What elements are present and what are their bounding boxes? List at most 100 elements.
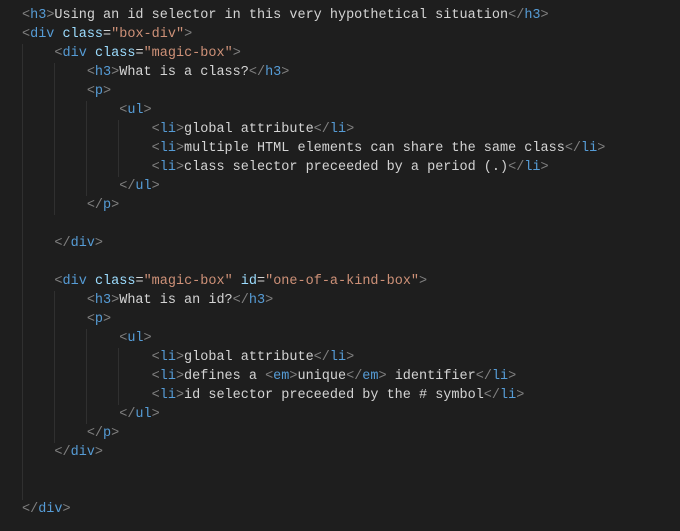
token-bracket: </ <box>346 369 362 384</box>
indent-guide <box>118 120 119 139</box>
token-tagname: h3 <box>95 293 111 308</box>
line-content: </ul> <box>22 179 160 194</box>
token-bracket: </ <box>119 179 135 194</box>
line-content: </p> <box>22 426 119 441</box>
token-bracket: > <box>346 122 354 137</box>
line-content: </div> <box>22 236 103 251</box>
indent-guide <box>86 329 87 348</box>
code-area[interactable]: <h3>Using an id selector in this very hy… <box>22 6 680 519</box>
code-line[interactable]: <li>global attribute</li> <box>22 348 680 367</box>
code-line[interactable]: <li>id selector preceeded by the # symbo… <box>22 386 680 405</box>
token-text: Using an id selector in this very hypoth… <box>54 8 508 23</box>
token-tagname: li <box>160 160 176 175</box>
indent-guide <box>86 405 87 424</box>
indent-guide <box>54 405 55 424</box>
token-text <box>54 27 62 42</box>
code-line[interactable] <box>22 481 680 500</box>
token-tagname: li <box>160 388 176 403</box>
code-line[interactable]: <li>defines a <em>unique</em> identifier… <box>22 367 680 386</box>
code-line[interactable]: <li>global attribute</li> <box>22 120 680 139</box>
token-bracket: </ <box>22 502 38 517</box>
code-line[interactable]: <p> <box>22 82 680 101</box>
token-bracket: > <box>176 160 184 175</box>
token-bracket: </ <box>508 8 524 23</box>
token-bracket: > <box>176 141 184 156</box>
token-bracket: > <box>176 388 184 403</box>
token-bracket: > <box>95 236 103 251</box>
token-bracket: > <box>95 445 103 460</box>
indent-guide <box>118 139 119 158</box>
code-line[interactable] <box>22 462 680 481</box>
line-content: <div class="box-div"> <box>22 27 192 42</box>
indent-guide <box>22 310 23 329</box>
indent-guide <box>22 405 23 424</box>
code-line[interactable]: </div> <box>22 500 680 519</box>
token-text: defines a <box>184 369 265 384</box>
line-content: <p> <box>22 312 111 327</box>
token-tagname: li <box>581 141 597 156</box>
code-line[interactable]: </div> <box>22 234 680 253</box>
token-attrname: id <box>241 274 257 289</box>
code-line[interactable]: <p> <box>22 310 680 329</box>
code-line[interactable]: <h3>What is a class?</h3> <box>22 63 680 82</box>
indent-guide <box>54 329 55 348</box>
indent-guide <box>22 348 23 367</box>
token-bracket: </ <box>54 445 70 460</box>
code-line[interactable]: <ul> <box>22 329 680 348</box>
code-line[interactable]: </ul> <box>22 405 680 424</box>
token-bracket: < <box>22 8 30 23</box>
line-content: </p> <box>22 198 119 213</box>
code-editor[interactable]: <h3>Using an id selector in this very hy… <box>0 6 680 519</box>
indent-guide <box>22 443 23 462</box>
code-line[interactable] <box>22 215 680 234</box>
indent-guide <box>54 424 55 443</box>
token-tagname: h3 <box>95 65 111 80</box>
line-content: </div> <box>22 445 103 460</box>
code-line[interactable]: <div class="box-div"> <box>22 25 680 44</box>
token-punct: = <box>103 27 111 42</box>
indent-guide <box>22 329 23 348</box>
line-content: <li>id selector preceeded by the # symbo… <box>22 388 524 403</box>
token-bracket: </ <box>87 426 103 441</box>
line-content: </div> <box>22 502 71 517</box>
code-line[interactable]: <h3>Using an id selector in this very hy… <box>22 6 680 25</box>
indent-guide <box>54 310 55 329</box>
code-line[interactable] <box>22 253 680 272</box>
token-bracket: > <box>176 350 184 365</box>
token-bracket: < <box>152 369 160 384</box>
token-tagname: p <box>103 198 111 213</box>
token-tagname: li <box>160 350 176 365</box>
token-tagname: li <box>160 141 176 156</box>
line-content: <li>global attribute</li> <box>22 350 354 365</box>
token-text: multiple HTML elements can share the sam… <box>184 141 565 156</box>
indent-guide <box>54 177 55 196</box>
token-tagname: li <box>160 369 176 384</box>
code-line[interactable]: </ul> <box>22 177 680 196</box>
code-line[interactable]: </p> <box>22 424 680 443</box>
indent-guide <box>22 215 23 234</box>
token-text <box>87 46 95 61</box>
code-line[interactable]: <div class="magic-box" id="one-of-a-kind… <box>22 272 680 291</box>
indent-guide <box>22 101 23 120</box>
code-line[interactable]: <ul> <box>22 101 680 120</box>
code-line[interactable]: <h3>What is an id?</h3> <box>22 291 680 310</box>
code-line[interactable]: <div class="magic-box"> <box>22 44 680 63</box>
token-text: global attribute <box>184 350 314 365</box>
code-line[interactable]: <li>class selector preceeded by a period… <box>22 158 680 177</box>
token-attrname: class <box>95 274 136 289</box>
indent-guide <box>118 348 119 367</box>
token-bracket: > <box>265 293 273 308</box>
token-bracket: < <box>152 388 160 403</box>
indent-guide <box>118 386 119 405</box>
token-bracket: </ <box>314 350 330 365</box>
token-bracket: < <box>87 65 95 80</box>
code-line[interactable]: </div> <box>22 443 680 462</box>
indent-guide <box>86 120 87 139</box>
code-line[interactable]: <li>multiple HTML elements can share the… <box>22 139 680 158</box>
token-tagname: ul <box>135 407 151 422</box>
token-bracket: </ <box>476 369 492 384</box>
indent-guide <box>22 82 23 101</box>
token-bracket: < <box>87 312 95 327</box>
indent-guide <box>54 196 55 215</box>
code-line[interactable]: </p> <box>22 196 680 215</box>
